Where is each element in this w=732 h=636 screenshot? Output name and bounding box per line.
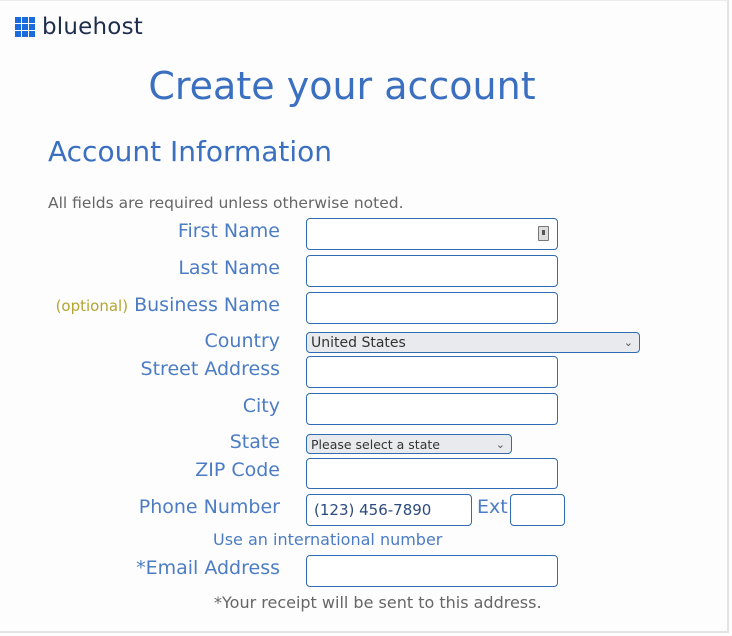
street-address-input[interactable] bbox=[306, 356, 558, 388]
bluehost-logo: bluehost bbox=[15, 14, 143, 40]
state-label: State bbox=[229, 431, 280, 453]
business-name-label: (optional) Business Name bbox=[56, 294, 280, 316]
phone-number-value: (123) 456-7890 bbox=[314, 501, 432, 519]
last-name-input[interactable] bbox=[306, 255, 558, 287]
section-title: Account Information bbox=[48, 135, 333, 168]
grid-icon bbox=[15, 17, 35, 37]
zip-code-label: ZIP Code bbox=[195, 459, 280, 481]
zip-code-input[interactable] bbox=[306, 458, 558, 489]
international-number-link[interactable]: Use an international number bbox=[213, 530, 442, 549]
phone-number-label: Phone Number bbox=[138, 496, 280, 518]
state-selected: Please select a state bbox=[311, 436, 440, 452]
contact-card-icon[interactable] bbox=[538, 226, 549, 241]
email-address-input[interactable] bbox=[306, 555, 558, 587]
first-name-label: First Name bbox=[177, 220, 280, 242]
email-address-label: *Email Address bbox=[136, 557, 280, 579]
chevron-down-icon: ⌄ bbox=[623, 336, 633, 349]
chevron-down-icon: ⌄ bbox=[495, 437, 505, 451]
country-label: Country bbox=[204, 330, 280, 352]
last-name-label: Last Name bbox=[178, 257, 280, 279]
street-address-label: Street Address bbox=[140, 358, 280, 380]
city-input[interactable] bbox=[306, 393, 558, 425]
ext-label: Ext bbox=[477, 496, 508, 518]
optional-tag: (optional) bbox=[55, 297, 129, 315]
state-select[interactable]: Please select a state ⌄ bbox=[306, 434, 512, 454]
phone-ext-input[interactable] bbox=[510, 494, 565, 526]
first-name-input[interactable] bbox=[306, 218, 558, 250]
country-select[interactable]: United States ⌄ bbox=[306, 332, 640, 353]
email-receipt-note: *Your receipt will be sent to this addre… bbox=[214, 593, 542, 612]
phone-number-input[interactable]: (123) 456-7890 bbox=[306, 494, 472, 526]
city-label: City bbox=[242, 395, 280, 417]
country-selected: United States bbox=[311, 334, 406, 351]
brand-name: bluehost bbox=[42, 14, 143, 40]
business-name-input[interactable] bbox=[306, 292, 558, 324]
business-name-text: Business Name bbox=[134, 294, 280, 316]
required-note: All fields are required unless otherwise… bbox=[48, 194, 404, 212]
page-title: Create your account bbox=[148, 64, 536, 108]
